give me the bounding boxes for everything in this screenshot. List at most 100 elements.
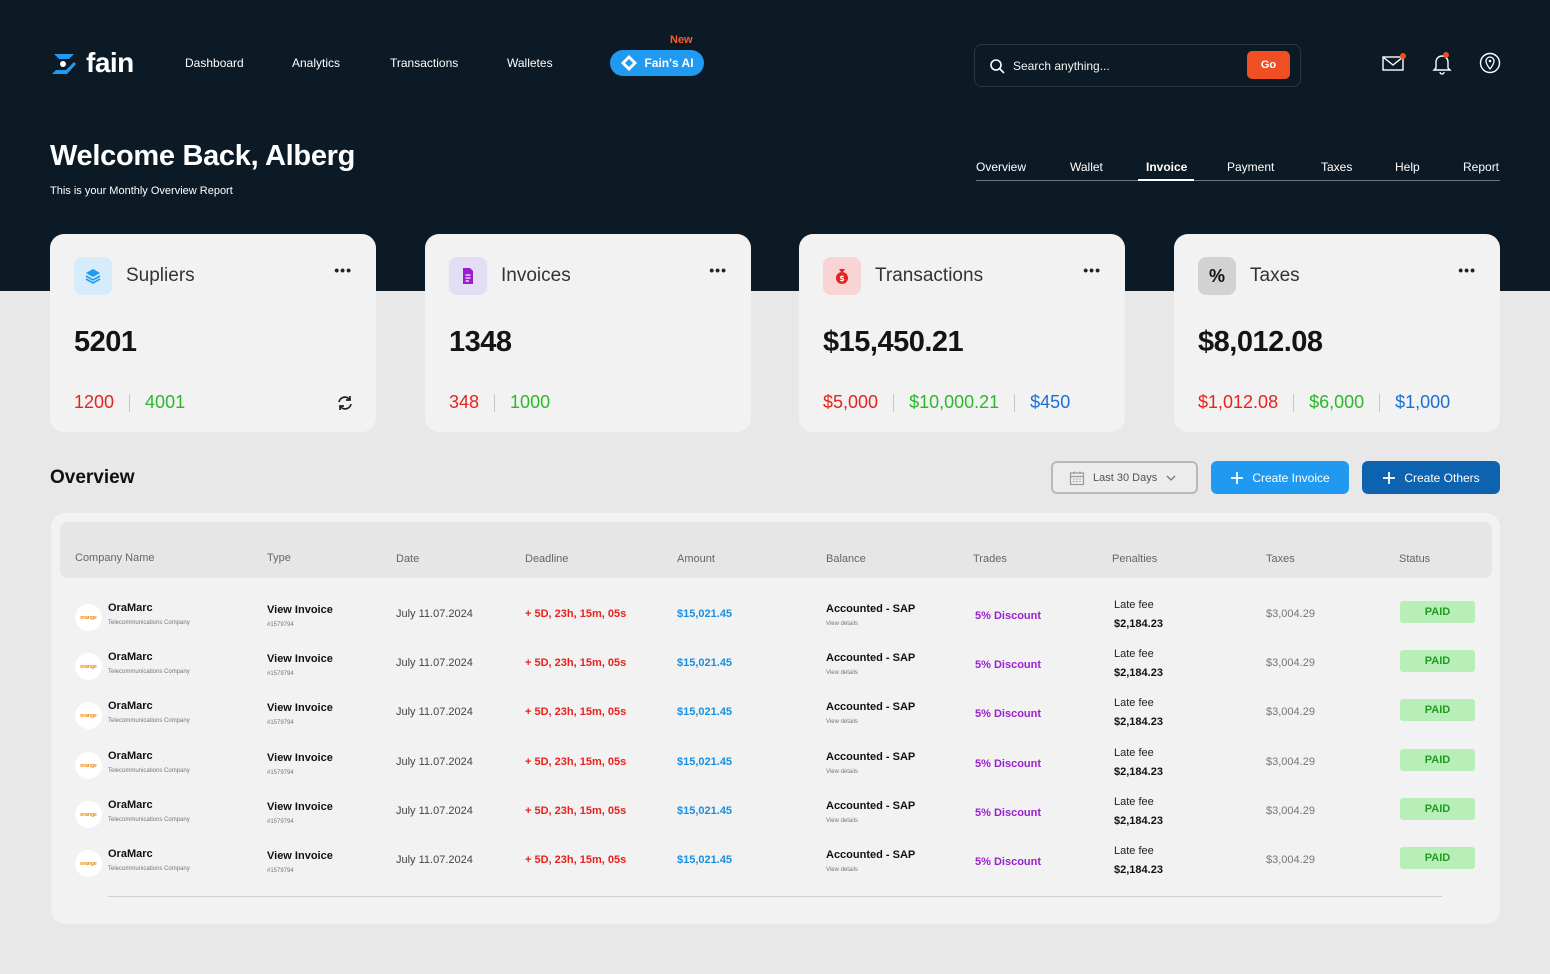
penalty-label: Late fee [1114,796,1154,808]
card-value: 5201 [74,326,137,358]
company-name: OraMarc [108,799,153,811]
col-trades[interactable]: Trades [973,553,1007,565]
col-date[interactable]: Date [396,553,419,565]
table-row[interactable]: orange OraMarc Telecommunications Compan… [51,694,1500,743]
company-type: Telecommunications Company [108,866,190,872]
col-deadline[interactable]: Deadline [525,553,568,565]
more-icon[interactable]: ••• [1083,262,1101,278]
tab-wallet[interactable]: Wallet [1070,160,1103,174]
col-status[interactable]: Status [1399,553,1430,565]
invoice-amount: $15,021.45 [677,657,733,669]
trade-discount: 5% Discount [975,758,1042,770]
layers-icon [74,257,112,295]
tab-overview[interactable]: Overview [976,160,1026,174]
tab-report[interactable]: Report [1463,160,1499,174]
nav-walletes[interactable]: Walletes [507,56,553,70]
balance-status: Accounted - SAP [826,751,916,763]
company-logo: orange [75,653,102,680]
view-details-link[interactable]: View details [826,621,858,627]
nav-analytics[interactable]: Analytics [292,56,340,70]
trade-discount: 5% Discount [975,610,1042,622]
view-details-link[interactable]: View details [826,769,858,775]
table-row[interactable]: orange OraMarc Telecommunications Compan… [51,596,1500,645]
invoice-amount: $15,021.45 [677,854,733,866]
tab-invoice[interactable]: Invoice [1146,160,1187,174]
penalty-amount: $2,184.23 [1114,864,1163,876]
view-invoice-link[interactable]: View Invoice [267,801,333,813]
view-details-link[interactable]: View details [826,818,858,824]
more-icon[interactable]: ••• [709,262,727,278]
invoice-date: July 11.07.2024 [396,854,473,866]
deadline-countdown: + 5D, 23h, 15m, 05s [525,608,627,620]
trade-discount: 5% Discount [975,659,1042,671]
tax-amount: $3,004.29 [1266,657,1315,669]
more-icon[interactable]: ••• [1458,262,1476,278]
date-range-select[interactable]: Last 30 Days [1051,461,1198,494]
penalty-amount: $2,184.23 [1114,766,1163,778]
status-badge: PAID [1400,650,1475,672]
tab-payment[interactable]: Payment [1227,160,1274,174]
deadline-countdown: + 5D, 23h, 15m, 05s [525,706,627,718]
tab-taxes[interactable]: Taxes [1321,160,1352,174]
card-sub-value: 4001 [145,392,186,412]
table-row[interactable]: orange OraMarc Telecommunications Compan… [51,645,1500,694]
search-input[interactable] [1013,55,1213,77]
col-company-name[interactable]: Company Name [75,552,154,564]
col-type[interactable]: Type [267,552,291,564]
refresh-icon[interactable] [336,394,354,412]
invoice-amount: $15,021.45 [677,608,733,620]
card-breakdown: $5,000 $10,000.21 $450 [823,392,1070,413]
card-value: 1348 [449,326,512,358]
nav-dashboard[interactable]: Dashboard [185,56,244,70]
company-type: Telecommunications Company [108,768,190,774]
page-subtitle: This is your Monthly Overview Report [50,185,233,197]
create-others-button[interactable]: Create Others [1362,461,1500,494]
view-details-link[interactable]: View details [826,670,858,676]
location-icon[interactable] [1478,51,1502,75]
card-sub-value: 348 [449,392,480,412]
card-title: Taxes [1250,265,1300,286]
invoice-amount: $15,021.45 [677,756,733,768]
view-invoice-link[interactable]: View Invoice [267,850,333,862]
penalty-label: Late fee [1114,599,1154,611]
card-sub-value: $10,000.21 [909,392,1000,412]
more-icon[interactable]: ••• [334,262,352,278]
fains-ai-button[interactable]: Fain's AI [610,50,704,76]
penalty-amount: $2,184.23 [1114,667,1163,679]
view-details-link[interactable]: View details [826,719,858,725]
table-row[interactable]: orange OraMarc Telecommunications Compan… [51,842,1500,891]
company-logo: orange [75,752,102,779]
bell-icon[interactable] [1430,51,1454,75]
col-taxes[interactable]: Taxes [1266,553,1295,565]
table-row[interactable]: orange OraMarc Telecommunications Compan… [51,744,1500,793]
table-row[interactable]: orange OraMarc Telecommunications Compan… [51,793,1500,842]
view-invoice-link[interactable]: View Invoice [267,702,333,714]
divider [1014,393,1016,412]
create-others-label: Create Others [1404,470,1480,485]
card-sub-value: $1,012.08 [1198,392,1279,412]
document-icon [449,257,487,295]
invoice-date: July 11.07.2024 [396,706,473,718]
deadline-countdown: + 5D, 23h, 15m, 05s [525,854,627,866]
company-name: OraMarc [108,651,153,663]
brand-logo[interactable]: fain [50,47,134,79]
col-amount[interactable]: Amount [677,553,715,565]
col-balance[interactable]: Balance [826,553,866,565]
deadline-countdown: + 5D, 23h, 15m, 05s [525,657,627,669]
col-penalties[interactable]: Penalties [1112,553,1157,565]
mail-icon[interactable] [1381,51,1406,75]
status-badge: PAID [1400,847,1475,869]
tab-help[interactable]: Help [1395,160,1420,174]
tax-amount: $3,004.29 [1266,854,1315,866]
view-invoice-link[interactable]: View Invoice [267,604,333,616]
nav-transactions[interactable]: Transactions [390,56,458,70]
view-invoice-link[interactable]: View Invoice [267,752,333,764]
view-invoice-link[interactable]: View Invoice [267,653,333,665]
stat-card-taxes: % Taxes ••• $8,012.08 $1,012.08 $6,000 $… [1174,234,1500,432]
company-logo: orange [75,801,102,828]
search-go-button[interactable]: Go [1247,51,1290,79]
create-invoice-button[interactable]: Create Invoice [1211,461,1349,494]
card-sub-value: $1,000 [1395,392,1451,412]
view-details-link[interactable]: View details [826,867,858,873]
card-sub-value: 1200 [74,392,115,412]
